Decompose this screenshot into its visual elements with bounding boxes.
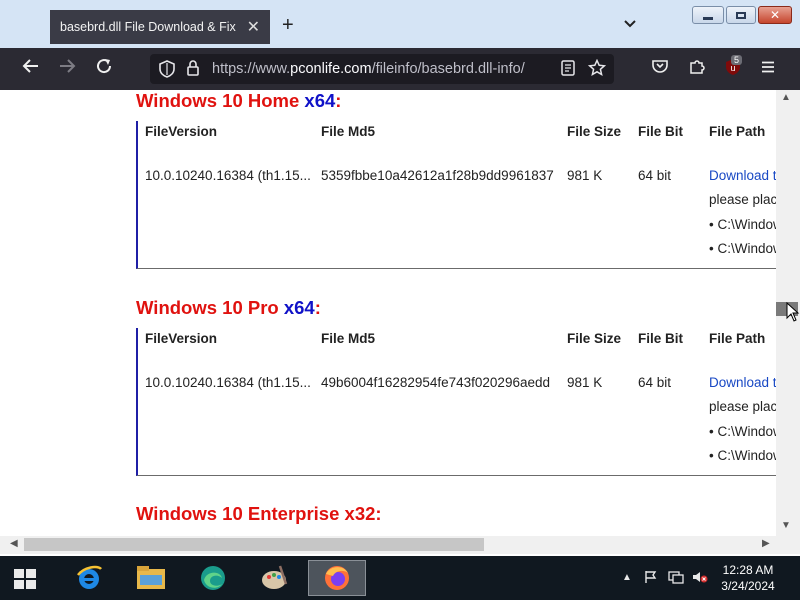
url-host: pconlife.com: [290, 61, 372, 77]
col-header-filemd5: File Md5: [321, 331, 376, 346]
volume-muted-icon[interactable]: [692, 570, 708, 587]
scroll-left-arrow-icon[interactable]: ◀: [10, 538, 18, 549]
show-hidden-icons-chevron-icon[interactable]: ▲: [622, 572, 632, 583]
col-header-filemd5: File Md5: [321, 124, 376, 139]
cell-filesize: 981 K: [567, 375, 603, 390]
scroll-up-arrow-icon[interactable]: ▲: [781, 92, 791, 103]
network-icon[interactable]: [668, 570, 684, 587]
cell-path-1: • C:\Window: [709, 424, 776, 439]
cell-fileversion: 10.0.10240.16384 (th1.15...: [145, 168, 311, 183]
extensions-puzzle-icon[interactable]: [688, 57, 706, 81]
action-center-flag-icon[interactable]: [644, 570, 658, 587]
minimize-icon: [703, 16, 713, 20]
reload-icon[interactable]: [95, 57, 113, 81]
url-prefix: https://www.: [212, 61, 291, 77]
menu-hamburger-icon[interactable]: [760, 57, 776, 81]
cell-md5: 49b6004f16282954fe743f020296aedd: [321, 375, 550, 390]
reader-view-icon[interactable]: [560, 59, 576, 83]
bookmark-star-icon[interactable]: [587, 58, 607, 83]
firefox-taskbar-button[interactable]: [308, 560, 366, 596]
heading-colon: :: [375, 503, 382, 524]
clock-date: 3/24/2024: [721, 579, 775, 593]
maximize-button[interactable]: [726, 6, 756, 24]
maximize-icon: [736, 11, 746, 19]
clock-time: 12:28 AM: [722, 563, 774, 577]
cell-filesize: 981 K: [567, 168, 603, 183]
cell-md5: 5359fbbe10a42612a1f28b9dd9961837: [321, 168, 554, 183]
col-header-filepath: File Path: [709, 331, 766, 346]
col-header-filebit: File Bit: [638, 124, 684, 139]
section-heading-win10-pro-x64: Windows 10 Pro x64:: [136, 297, 321, 319]
download-link[interactable]: Download t: [709, 375, 776, 390]
tab-title: basebrd.dll File Download & Fix For: [60, 20, 239, 34]
heading-arch: x64: [304, 90, 336, 111]
cell-fileversion: 10.0.10240.16384 (th1.15...: [145, 375, 311, 390]
heading-name: Windows 10 Enterprise: [136, 503, 345, 524]
system-clock[interactable]: 12:28 AM 3/24/2024: [712, 562, 784, 594]
url-bar[interactable]: https://www.pconlife.com/fileinfo/basebr…: [150, 54, 614, 84]
new-tab-button[interactable]: +: [282, 14, 294, 37]
paint-palette-icon[interactable]: [246, 560, 304, 596]
file-info-table: FileVersion File Md5 File Size File Bit …: [136, 121, 776, 269]
download-link[interactable]: Download t: [709, 168, 776, 183]
close-window-button[interactable]: ✕: [758, 6, 792, 24]
cell-path-2: • C:\Window: [709, 241, 776, 256]
url-path: /fileinfo/basebrd.dll-info/: [371, 61, 525, 77]
file-explorer-icon[interactable]: [122, 560, 180, 596]
tracking-protection-shield-icon[interactable]: [158, 59, 176, 85]
col-header-fileversion: FileVersion: [145, 124, 218, 139]
col-header-filesize: File Size: [567, 331, 622, 346]
cell-place-note: please plac: [709, 399, 776, 414]
cell-place-note: please plac: [709, 192, 776, 207]
start-windows-icon[interactable]: [14, 569, 36, 589]
cell-path-2: • C:\Window: [709, 448, 776, 463]
col-header-filebit: File Bit: [638, 331, 684, 346]
back-arrow-icon[interactable]: [22, 57, 40, 81]
title-bar: basebrd.dll File Download & Fix For ✕ + …: [0, 0, 800, 48]
horizontal-scroll-thumb[interactable]: [24, 538, 484, 551]
close-icon: ✕: [769, 8, 781, 22]
heading-colon: :: [335, 90, 342, 111]
edge-browser-icon[interactable]: [184, 560, 242, 596]
url-text[interactable]: https://www.pconlife.com/fileinfo/basebr…: [212, 61, 525, 77]
firefox-icon: [325, 566, 349, 590]
list-tabs-chevron-icon[interactable]: [623, 17, 637, 32]
col-header-filepath: File Path: [709, 124, 766, 139]
section-heading-win10-home-x64: Windows 10 Home x64:: [136, 90, 341, 112]
section-heading-win10-enterprise-x32: Windows 10 Enterprise x32:: [136, 503, 382, 525]
cell-filebit: 64 bit: [638, 375, 672, 390]
scroll-right-arrow-icon[interactable]: ▶: [762, 538, 770, 549]
internet-explorer-icon[interactable]: [60, 560, 118, 596]
heading-arch: x64: [283, 297, 315, 318]
close-tab-icon[interactable]: ✕: [247, 17, 260, 37]
navigation-toolbar: https://www.pconlife.com/fileinfo/basebr…: [0, 48, 800, 90]
heading-name: Windows 10 Home: [136, 90, 305, 111]
scroll-down-arrow-icon[interactable]: ▼: [781, 520, 791, 531]
browser-tab[interactable]: basebrd.dll File Download & Fix For ✕: [50, 10, 270, 44]
lock-icon[interactable]: [186, 59, 200, 83]
mouse-cursor-icon: [786, 301, 800, 327]
minimize-button[interactable]: [692, 6, 724, 24]
file-info-table: FileVersion File Md5 File Size File Bit …: [136, 328, 776, 476]
page-content: Windows 10 Home x64: FileVersion File Md…: [0, 90, 776, 536]
heading-colon: :: [314, 297, 321, 318]
cell-filebit: 64 bit: [638, 168, 672, 183]
taskbar: ▲ 12:28 AM 3/24/2024: [0, 556, 800, 600]
heading-name: Windows 10 Pro: [136, 297, 284, 318]
col-header-fileversion: FileVersion: [145, 331, 218, 346]
cell-path-1: • C:\Window: [709, 217, 776, 232]
extension-badge: 5: [731, 55, 743, 65]
forward-arrow-icon[interactable]: [58, 57, 76, 81]
pocket-icon[interactable]: [651, 57, 669, 81]
heading-arch: x32: [344, 503, 376, 524]
horizontal-scrollbar[interactable]: ◀ ▶: [0, 536, 800, 554]
col-header-filesize: File Size: [567, 124, 622, 139]
